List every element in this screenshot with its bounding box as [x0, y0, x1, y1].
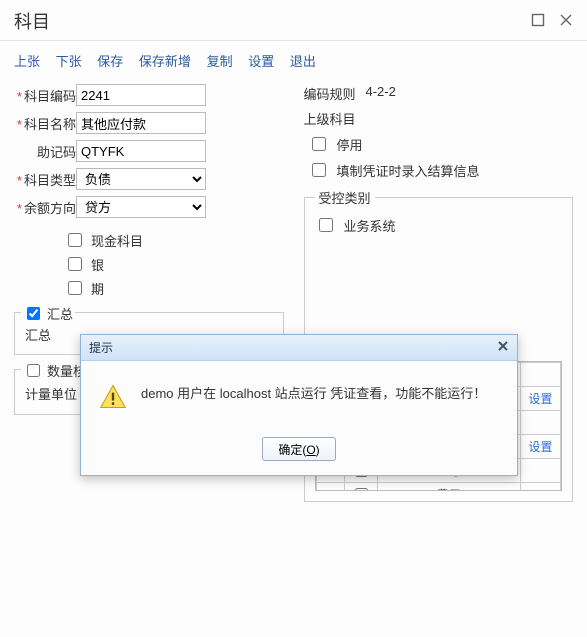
ctrlcat-legend: 受控类别 [315, 188, 375, 207]
menu-prev[interactable]: 上张 [14, 54, 40, 69]
dialog-ok-button[interactable]: 确定(O) [262, 437, 336, 461]
cash-label: 现金科目 [91, 231, 143, 250]
menu-save-new[interactable]: 保存新增 [139, 54, 191, 69]
code-input[interactable] [76, 84, 206, 106]
menu-bar: 上张 下张 保存 保存新增 复制 设置 退出 [0, 47, 587, 78]
label-mnemonic: 助记码 [14, 142, 76, 161]
biz-label: 业务系统 [344, 216, 396, 235]
alert-dialog: 提示 demo 用户在 localhost 站点运行 凭证查看，功能不能运行！ … [80, 334, 518, 476]
warning-icon [99, 383, 127, 411]
label-type: 科目类型 [14, 170, 76, 189]
label-dir: 余额方向 [14, 198, 76, 217]
label-code: 科目编码 [14, 86, 76, 105]
page-title: 科目 [14, 8, 50, 34]
row-set-link[interactable]: 设置 [528, 440, 552, 454]
table-row[interactable]: 7费用 [316, 483, 561, 492]
qty-checkbox[interactable] [27, 364, 40, 377]
hz-inner-label: 汇总 [25, 325, 51, 344]
fillsettle-label: 填制凭证时录入结算信息 [337, 161, 480, 180]
dialog-message: demo 用户在 localhost 站点运行 凭证查看，功能不能运行！ [141, 383, 486, 402]
maximize-icon[interactable] [531, 13, 545, 30]
row-checkbox[interactable] [355, 488, 368, 491]
hz-legend: 汇总 [47, 304, 73, 323]
label-parent: 上级科目 [304, 109, 366, 128]
name-input[interactable] [76, 112, 206, 134]
ok-text2: ) [316, 443, 320, 457]
menu-copy[interactable]: 复制 [207, 54, 233, 69]
mnemonic-input[interactable] [76, 140, 206, 162]
disable-label: 停用 [337, 135, 363, 154]
cash-checkbox[interactable] [68, 233, 82, 247]
label-name: 科目名称 [14, 114, 76, 133]
menu-settings[interactable]: 设置 [248, 54, 274, 69]
coderule-value: 4-2-2 [366, 84, 396, 103]
dir-select[interactable]: 贷方 [76, 196, 206, 218]
biz-checkbox[interactable] [319, 218, 333, 232]
opt2-checkbox[interactable] [68, 257, 82, 271]
menu-exit[interactable]: 退出 [290, 54, 316, 69]
close-icon[interactable] [559, 13, 573, 30]
opt2-label: 银 [91, 255, 104, 274]
label-coderule: 编码规则 [304, 84, 366, 103]
ok-key: O [306, 443, 315, 457]
opt3-checkbox[interactable] [68, 281, 82, 295]
fillsettle-checkbox[interactable] [312, 163, 326, 177]
menu-next[interactable]: 下张 [56, 54, 82, 69]
separator [0, 40, 587, 41]
opt3-label: 期 [91, 279, 104, 298]
row-set-link[interactable]: 设置 [528, 392, 552, 406]
unit-label: 计量单位 [25, 384, 77, 403]
disable-checkbox[interactable] [312, 137, 326, 151]
menu-save[interactable]: 保存 [97, 54, 123, 69]
type-select[interactable]: 负债 [76, 168, 206, 190]
dialog-close-icon[interactable] [497, 340, 509, 355]
hz-checkbox[interactable] [27, 307, 40, 320]
ok-text: 确定( [278, 443, 306, 457]
dialog-title: 提示 [89, 339, 113, 356]
